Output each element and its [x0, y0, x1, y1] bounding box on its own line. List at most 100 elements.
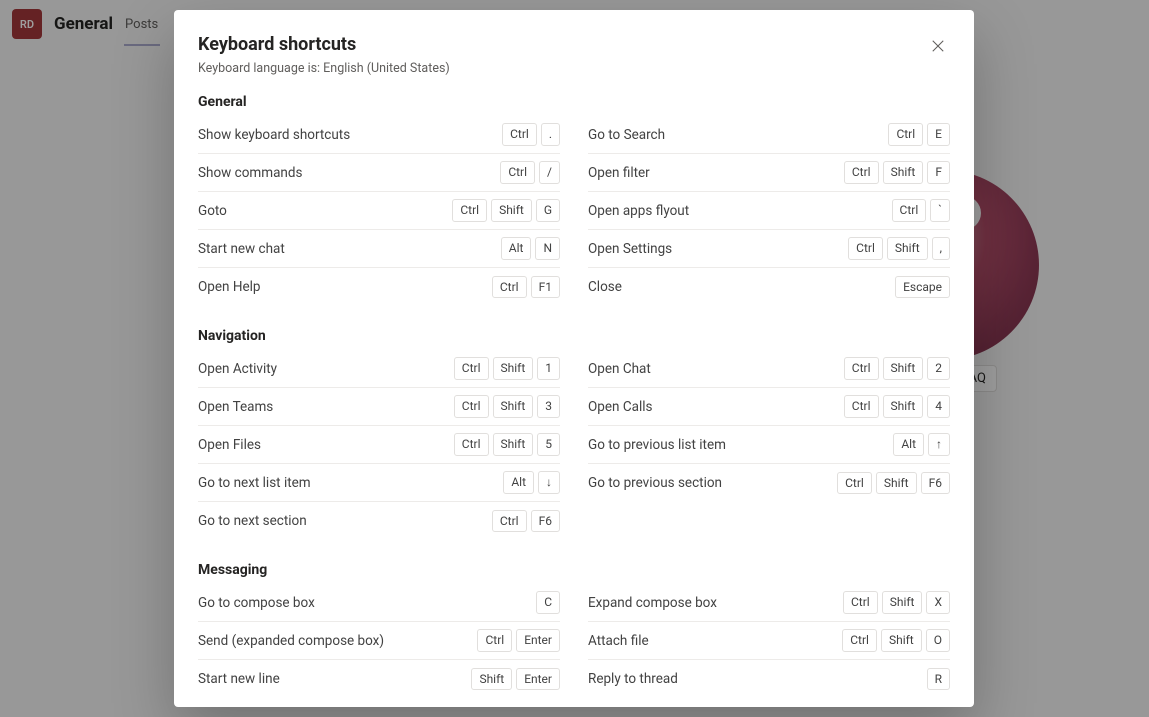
shortcut-label: Start new line	[198, 671, 280, 687]
shortcut-label: Start new chat	[198, 241, 285, 257]
key: Alt	[501, 237, 532, 259]
key: Shift	[882, 591, 923, 613]
shortcut-label: Expand compose box	[588, 595, 717, 611]
section-columns: Show keyboard shortcutsCtrl.Show command…	[198, 116, 950, 306]
section-column-left: Open ActivityCtrlShift1Open TeamsCtrlShi…	[198, 350, 560, 540]
key: F6	[921, 472, 950, 494]
key: Ctrl	[843, 591, 878, 613]
shortcut-label: Open Files	[198, 437, 261, 453]
close-icon	[931, 39, 945, 53]
shortcut-row: Open filterCtrlShiftF	[588, 154, 950, 192]
key: 2	[927, 357, 950, 379]
shortcut-row: Expand compose box CtrlShiftX	[588, 584, 950, 622]
section-column-right: Open ChatCtrlShift2Open CallsCtrlShift4G…	[588, 350, 950, 540]
shortcut-keys: CtrlShiftO	[842, 629, 950, 651]
key: /	[539, 161, 560, 183]
shortcut-keys: CtrlShiftG	[452, 199, 560, 221]
shortcut-keys: CtrlShift,	[848, 237, 950, 259]
shortcut-label: Attach file	[588, 633, 649, 649]
shortcut-row: Go to next section CtrlF6	[198, 502, 560, 540]
key: Shift	[493, 395, 534, 417]
key: Enter	[516, 629, 560, 651]
key: F6	[531, 510, 560, 532]
key: Shift	[493, 357, 534, 379]
dialog-title: Keyboard shortcuts	[198, 34, 920, 55]
shortcut-row: Send (expanded compose box) CtrlEnter	[198, 622, 560, 660]
shortcut-keys: CtrlE	[888, 123, 950, 145]
section-title: Messaging	[198, 562, 950, 578]
key: ↑	[928, 433, 950, 455]
section-column-right: Go to SearchCtrlEOpen filterCtrlShiftFOp…	[588, 116, 950, 306]
shortcut-row: Go to previous list itemAlt↑	[588, 426, 950, 464]
key: O	[926, 629, 950, 651]
shortcut-label: Open Calls	[588, 399, 653, 415]
shortcut-keys: CtrlEnter	[477, 629, 560, 651]
key: Shift	[881, 629, 922, 651]
dialog-header: Keyboard shortcuts Keyboard language is:…	[198, 34, 950, 76]
shortcut-row: Show keyboard shortcutsCtrl.	[198, 116, 560, 154]
key: Ctrl	[454, 357, 489, 379]
key: Ctrl	[454, 395, 489, 417]
key: N	[535, 237, 560, 259]
key: Ctrl	[844, 357, 879, 379]
shortcut-label: Send (expanded compose box)	[198, 633, 384, 649]
section-columns: Go to compose boxCSend (expanded compose…	[198, 584, 950, 698]
shortcut-keys: CtrlF6	[492, 510, 560, 532]
shortcut-keys: C	[536, 591, 560, 613]
key: 5	[537, 433, 560, 455]
shortcut-label: Show keyboard shortcuts	[198, 127, 350, 143]
key: Ctrl	[837, 472, 872, 494]
shortcut-row: Open HelpCtrlF1	[198, 268, 560, 306]
shortcut-label: Open Chat	[588, 361, 651, 377]
close-button[interactable]	[924, 32, 952, 60]
key: Shift	[491, 199, 532, 221]
shortcut-keys: CtrlShiftF	[844, 161, 950, 183]
shortcut-row: Open Chat CtrlShift2	[588, 350, 950, 388]
shortcut-row: Open Files CtrlShift5	[198, 426, 560, 464]
shortcut-keys: CtrlShift3	[454, 395, 560, 417]
shortcut-row: Start new line ShiftEnter	[198, 660, 560, 698]
shortcut-keys: Alt↓	[503, 471, 560, 493]
dialog-scroll[interactable]: Keyboard shortcuts Keyboard language is:…	[174, 10, 974, 707]
shortcut-label: Open Help	[198, 279, 260, 295]
shortcut-row: Attach file CtrlShiftO	[588, 622, 950, 660]
shortcut-label: Go to next section	[198, 513, 307, 529]
key: Shift	[883, 161, 924, 183]
key: Escape	[895, 276, 950, 298]
shortcut-keys: CtrlShiftF6	[837, 472, 950, 494]
key: Ctrl	[844, 161, 879, 183]
shortcut-row: Reply to threadR	[588, 660, 950, 698]
key: 3	[537, 395, 560, 417]
key: ↓	[538, 471, 560, 493]
shortcut-row: Show commandsCtrl/	[198, 154, 560, 192]
section-column-right: Expand compose box CtrlShiftX Attach file C…	[588, 584, 950, 698]
shortcut-label: Go to next list item	[198, 475, 311, 491]
shortcut-keys: CtrlShift2	[844, 357, 950, 379]
key: Ctrl	[492, 510, 527, 532]
key: X	[926, 591, 950, 613]
shortcut-row: Open ActivityCtrlShift1	[198, 350, 560, 388]
key: Alt	[503, 471, 534, 493]
shortcut-label: Go to Search	[588, 127, 665, 143]
key: E	[927, 123, 950, 145]
key: Ctrl	[500, 161, 535, 183]
shortcut-label: Go to previous section	[588, 475, 722, 491]
shortcut-keys: ShiftEnter	[471, 668, 560, 690]
shortcut-keys: Ctrl/	[500, 161, 560, 183]
key: Ctrl	[888, 123, 923, 145]
key: `	[930, 199, 950, 221]
shortcut-keys: Ctrl`	[892, 199, 950, 221]
shortcut-keys: CtrlShift5	[454, 433, 560, 455]
keyboard-shortcuts-dialog: Keyboard shortcuts Keyboard language is:…	[174, 10, 974, 707]
shortcut-label: Open Teams	[198, 399, 273, 415]
key: R	[927, 668, 950, 690]
key: 4	[927, 395, 950, 417]
shortcut-keys: CtrlShift1	[454, 357, 560, 379]
shortcut-keys: R	[927, 668, 950, 690]
key: Ctrl	[452, 199, 487, 221]
key: F1	[531, 276, 560, 298]
shortcut-section: GeneralShow keyboard shortcutsCtrl.Show …	[198, 94, 950, 306]
shortcut-row: Go to Search CtrlE	[588, 116, 950, 154]
dialog-subtitle: Keyboard language is: English (United St…	[198, 61, 920, 76]
shortcut-label: Open Settings	[588, 241, 672, 257]
